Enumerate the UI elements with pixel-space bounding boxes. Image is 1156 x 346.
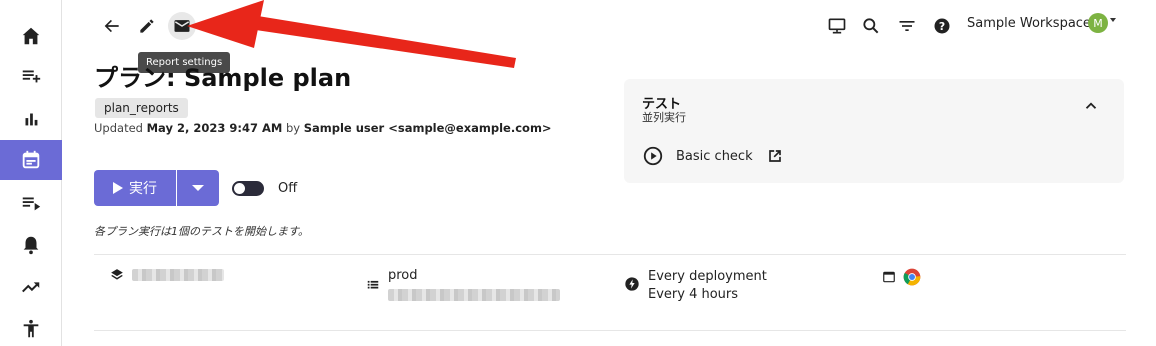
page-title: プラン: Sample plan [94, 64, 352, 92]
environment-name: prod [388, 268, 418, 283]
schedule-toggle[interactable] [232, 181, 264, 196]
mail-icon [174, 20, 190, 32]
updated-by: by [285, 121, 301, 135]
pencil-icon [140, 19, 154, 33]
search-icon [863, 18, 879, 34]
run-button-group: 実行 [94, 170, 219, 206]
workspace-selector[interactable]: Sample Workspace [967, 16, 1091, 31]
test-item-label[interactable]: Basic check [676, 149, 753, 164]
open-in-new-icon[interactable] [765, 146, 785, 166]
avatar[interactable]: M [1088, 13, 1108, 33]
bell-icon [23, 236, 39, 255]
app-root: Report settings ? Sample Workspace M プラン… [0, 0, 1156, 346]
playlist-play-icon [22, 197, 41, 211]
list-icon [367, 280, 379, 289]
home-icon [22, 27, 40, 45]
schedule-line-1: Every deployment [648, 269, 767, 284]
schedule-cell: Every deployment Every 4 hours [624, 268, 767, 304]
chevron-down-icon [192, 185, 204, 191]
play-circle-icon[interactable] [642, 145, 664, 167]
toggle-label: Off [278, 181, 298, 196]
chrome-icon [903, 268, 921, 286]
trending-up-icon [22, 282, 40, 293]
divider-bottom [94, 330, 1126, 331]
layers-icon [111, 269, 123, 280]
chevron-up-icon[interactable] [1082, 97, 1100, 115]
help-icon: ? [934, 18, 950, 34]
copy-button[interactable] [203, 12, 231, 40]
plan-tag[interactable]: plan_reports [95, 98, 188, 118]
run-dropdown-button[interactable] [177, 170, 219, 206]
accessibility-icon [23, 319, 39, 338]
plan-description: 各プラン実行は1個のテストを開始します。 [94, 225, 309, 238]
arrow-left-icon [104, 19, 119, 33]
calendar-icon [22, 150, 40, 169]
playlist-add-icon [22, 70, 41, 83]
updated-prefix: Updated [94, 121, 143, 135]
delete-button[interactable] [238, 12, 266, 40]
sidebar-item-add-list[interactable] [0, 56, 62, 96]
svg-text:?: ? [939, 20, 945, 33]
terminal-icon [277, 20, 294, 32]
sidebar-item-accessibility[interactable] [0, 309, 62, 346]
divider-top [94, 254, 1126, 255]
sidebar-item-plans[interactable] [0, 140, 62, 180]
updated-user: Sample user <sample@example.com> [303, 121, 552, 135]
filter-button[interactable] [893, 12, 921, 40]
trash-icon [245, 17, 259, 34]
help-button[interactable]: ? [928, 12, 956, 40]
edit-button[interactable] [133, 12, 161, 40]
run-button-label: 実行 [129, 181, 157, 197]
window-icon [883, 271, 895, 283]
schedule-line-2: Every 4 hours [648, 287, 739, 302]
updated-info: Updated May 2, 2023 9:47 AM by Sample us… [94, 121, 552, 135]
environment-url-redacted [388, 289, 560, 301]
report-settings-button[interactable] [168, 12, 196, 40]
sidebar-item-runs[interactable] [0, 183, 62, 223]
sidebar-item-reports[interactable] [0, 99, 62, 139]
sidebar-item-trends[interactable] [0, 267, 62, 307]
terminal-button[interactable] [272, 12, 300, 40]
run-button[interactable]: 実行 [94, 170, 176, 206]
project-cell [110, 268, 224, 282]
project-name-redacted [132, 269, 224, 281]
browser-cell [882, 267, 922, 287]
sidebar-item-home[interactable] [0, 16, 62, 56]
play-icon [113, 182, 123, 194]
sidebar [0, 0, 62, 346]
bar-chart-icon [25, 113, 38, 126]
screen-button[interactable] [823, 12, 851, 40]
sidebar-item-alerts[interactable] [0, 225, 62, 265]
filter-icon [899, 21, 915, 31]
tests-card: テスト 並列実行 Basic check [624, 79, 1124, 183]
updated-date: May 2, 2023 9:47 AM [146, 121, 283, 135]
bolt-icon [625, 277, 639, 291]
search-button[interactable] [857, 12, 885, 40]
back-button[interactable] [98, 12, 126, 40]
toggle-knob [234, 183, 245, 194]
environment-cell: prod [366, 268, 560, 305]
monitor-icon [828, 18, 846, 34]
test-item[interactable]: Basic check [642, 145, 785, 167]
chevron-down-icon[interactable] [1110, 18, 1116, 22]
card-subtitle: 並列実行 [642, 111, 686, 124]
copy-icon [209, 18, 224, 34]
